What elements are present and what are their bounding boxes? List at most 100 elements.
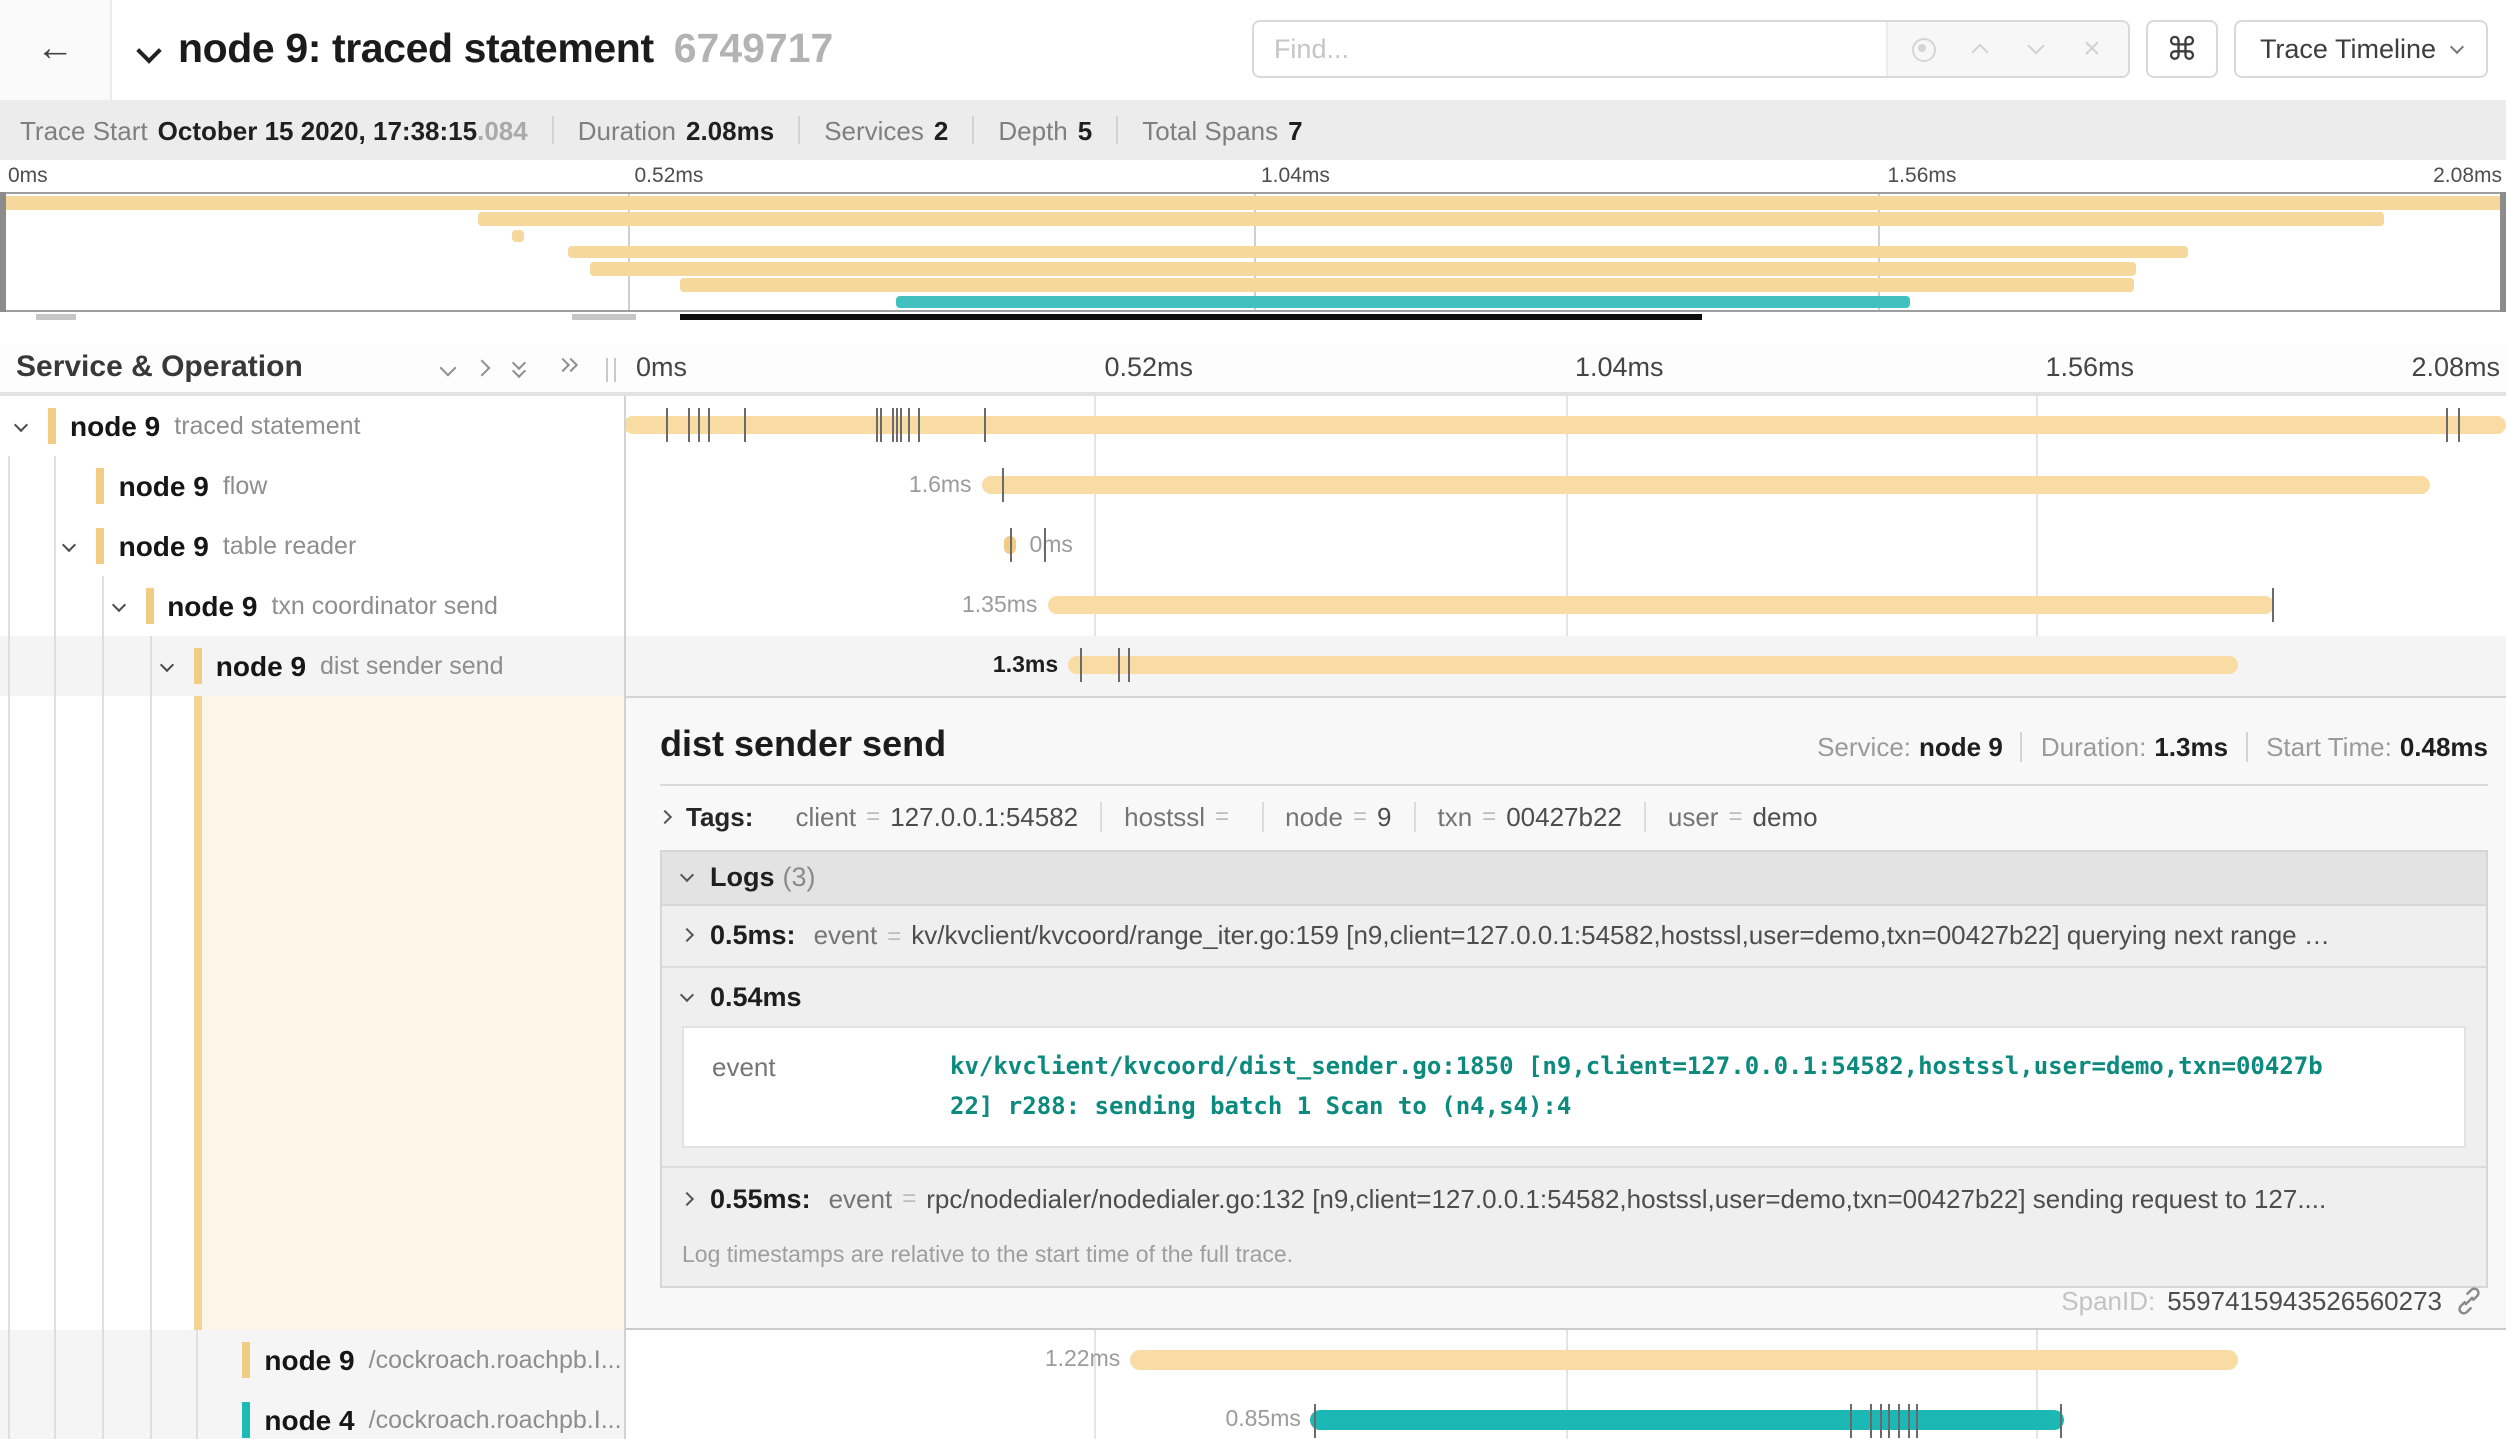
find-icon-bar: × (1886, 22, 2128, 76)
find-target-icon[interactable] (1908, 33, 1940, 65)
total-spans-value: 7 (1288, 115, 1302, 145)
log-tick (2060, 1403, 2062, 1437)
divider (972, 116, 974, 144)
log-entry-expanded: 0.54ms event kv/kvclient/kvcoord/dist_se… (662, 967, 2486, 1167)
span-bar[interactable] (1311, 1411, 2064, 1430)
log-event-value: kv/kvclient/kvcoord/dist_sender.go:1850 … (876, 1027, 2330, 1145)
find-group: × (1252, 20, 2130, 78)
indent-guide (150, 635, 152, 1439)
expand-all-icon[interactable] (510, 356, 534, 380)
log-tick (1315, 1403, 1317, 1437)
duration-label: Duration (578, 115, 676, 145)
log-entry-collapsed[interactable]: 0.5ms: event=kv/kvclient/kvcoord/range_i… (662, 905, 2486, 967)
command-icon: ⌘ (2166, 29, 2198, 69)
span-name-cell[interactable]: node 9 dist sender send (0, 635, 624, 695)
logs-label: Logs (710, 862, 775, 892)
span-duration-label: 1.3ms (993, 653, 1058, 677)
total-spans-label: Total Spans (1142, 115, 1278, 145)
log-timestamp: 0.55ms: (710, 1183, 811, 1213)
find-next-icon[interactable] (2020, 33, 2052, 65)
span-bar[interactable] (982, 476, 2431, 495)
collapse-all-icon[interactable] (556, 356, 580, 380)
span-name-cell[interactable]: node 4 /cockroach.roachpb.I... (0, 1390, 624, 1439)
logs-accordion-header[interactable]: Logs (3) (662, 851, 2486, 905)
log-tick (1044, 528, 1046, 562)
find-prev-icon[interactable] (1964, 33, 1996, 65)
span-row-txn-coordinator-send[interactable]: node 9 txn coordinator send 1.35ms (0, 575, 2506, 635)
keyboard-shortcuts-button[interactable]: ⌘ (2146, 20, 2218, 78)
span-bar[interactable] (1068, 656, 2239, 675)
span-bar-track[interactable]: 1.22ms (624, 1330, 2506, 1390)
span-color-chip (97, 467, 105, 503)
minimap-scrubber[interactable] (679, 314, 1701, 320)
span-row-traced-statement[interactable]: node 9 traced statement (0, 395, 2506, 455)
span-row-cockroach-roachpb-node9[interactable]: node 9 /cockroach.roachpb.I... 1.22ms (0, 1330, 2506, 1390)
deep-link-icon[interactable] (2454, 1286, 2484, 1316)
span-bar-track[interactable]: 1.35ms (624, 575, 2506, 635)
span-name-cell[interactable]: node 9 table reader (0, 515, 624, 575)
tags-accordion[interactable]: Tags: client=127.0.0.1:54582 hostssl= no… (660, 801, 2488, 831)
log-tick (1849, 1403, 1851, 1437)
span-collapse-icon[interactable] (160, 657, 174, 671)
indent-guide (54, 455, 56, 1439)
span-row-dist-sender-send[interactable]: node 9 dist sender send 1.3ms (0, 635, 2506, 695)
span-bar-track[interactable]: 1.6ms (624, 455, 2506, 515)
log-tick (876, 408, 878, 442)
find-input[interactable] (1254, 22, 1886, 76)
log-tick (744, 408, 746, 442)
log-key: event (829, 1183, 893, 1213)
trace-minimap[interactable]: 0ms 0.52ms 1.04ms 1.56ms 2.08ms (0, 160, 2506, 320)
minimap-right-handle[interactable] (2500, 192, 2506, 312)
collapse-one-level-icon[interactable] (474, 359, 491, 376)
log-tick (881, 408, 883, 442)
span-collapse-icon[interactable] (111, 597, 125, 611)
log-tick (901, 408, 903, 442)
collapse-trace-header-icon[interactable] (136, 37, 161, 62)
log-tick (1898, 1403, 1900, 1437)
find-clear-icon[interactable]: × (2076, 33, 2108, 65)
span-row-cockroach-roachpb-node4[interactable]: node 4 /cockroach.roachpb.I... 0.85ms (0, 1390, 2506, 1439)
minimap-tick: 2.08ms (2433, 164, 2502, 188)
log-event-key: event (684, 1027, 876, 1145)
span-bar[interactable] (1130, 1351, 2238, 1370)
minimap-canvas[interactable] (0, 192, 2506, 312)
minimap-left-handle[interactable] (0, 192, 6, 312)
span-name-cell[interactable]: node 9 txn coordinator send (0, 575, 624, 635)
log-tick (2273, 588, 2275, 622)
span-bar-track[interactable]: 0ms (624, 515, 2506, 575)
span-name-cell[interactable]: node 9 flow (0, 455, 624, 515)
back-button[interactable]: ← (0, 0, 112, 100)
duration-label: Duration: (2041, 731, 2147, 761)
span-operation: /cockroach.roachpb.I... (369, 1406, 622, 1434)
span-row-table-reader[interactable]: node 9 table reader 0ms (0, 515, 2506, 575)
service-operation-label: Service & Operation (16, 351, 303, 385)
span-collapse-icon[interactable] (63, 537, 77, 551)
column-resize-grip[interactable] (606, 358, 616, 382)
span-bar[interactable] (1047, 596, 2274, 615)
span-duration-label: 0ms (1029, 533, 1072, 557)
span-bar-track[interactable] (624, 395, 2506, 455)
span-operation: /cockroach.roachpb.I... (369, 1346, 622, 1374)
log-tick (709, 408, 711, 442)
span-name-cell[interactable]: node 9 /cockroach.roachpb.I... (0, 1330, 624, 1390)
span-row-flow[interactable]: node 9 flow 1.6ms (0, 455, 2506, 515)
log-value: kv/kvclient/kvcoord/range_iter.go:159 [n… (911, 920, 2330, 950)
minimap-span-bar (895, 295, 1911, 308)
column-divider[interactable] (624, 395, 626, 1439)
span-name-cell[interactable]: node 9 traced statement (0, 395, 624, 455)
trace-view-select[interactable]: Trace Timeline (2234, 20, 2488, 78)
span-collapse-icon[interactable] (14, 417, 28, 431)
span-id-label: SpanID: (2061, 1286, 2155, 1316)
log-expanded-header[interactable]: 0.54ms (662, 967, 2486, 1025)
chevron-down-icon (2450, 39, 2464, 53)
log-value: rpc/nodedialer/nodedialer.go:132 [n9,cli… (926, 1183, 2326, 1213)
log-key: event (814, 920, 878, 950)
log-tick (1119, 648, 1121, 682)
span-bar-track[interactable]: 0.85ms (624, 1390, 2506, 1439)
trace-start-ms: .084 (477, 115, 528, 145)
expand-one-level-icon[interactable] (440, 359, 457, 376)
chevron-down-icon (680, 868, 694, 882)
log-entry-collapsed[interactable]: 0.55ms: event=rpc/nodedialer/nodedialer.… (662, 1167, 2486, 1229)
span-service: node 9 (216, 649, 306, 681)
span-bar-track[interactable]: 1.3ms (624, 635, 2506, 695)
